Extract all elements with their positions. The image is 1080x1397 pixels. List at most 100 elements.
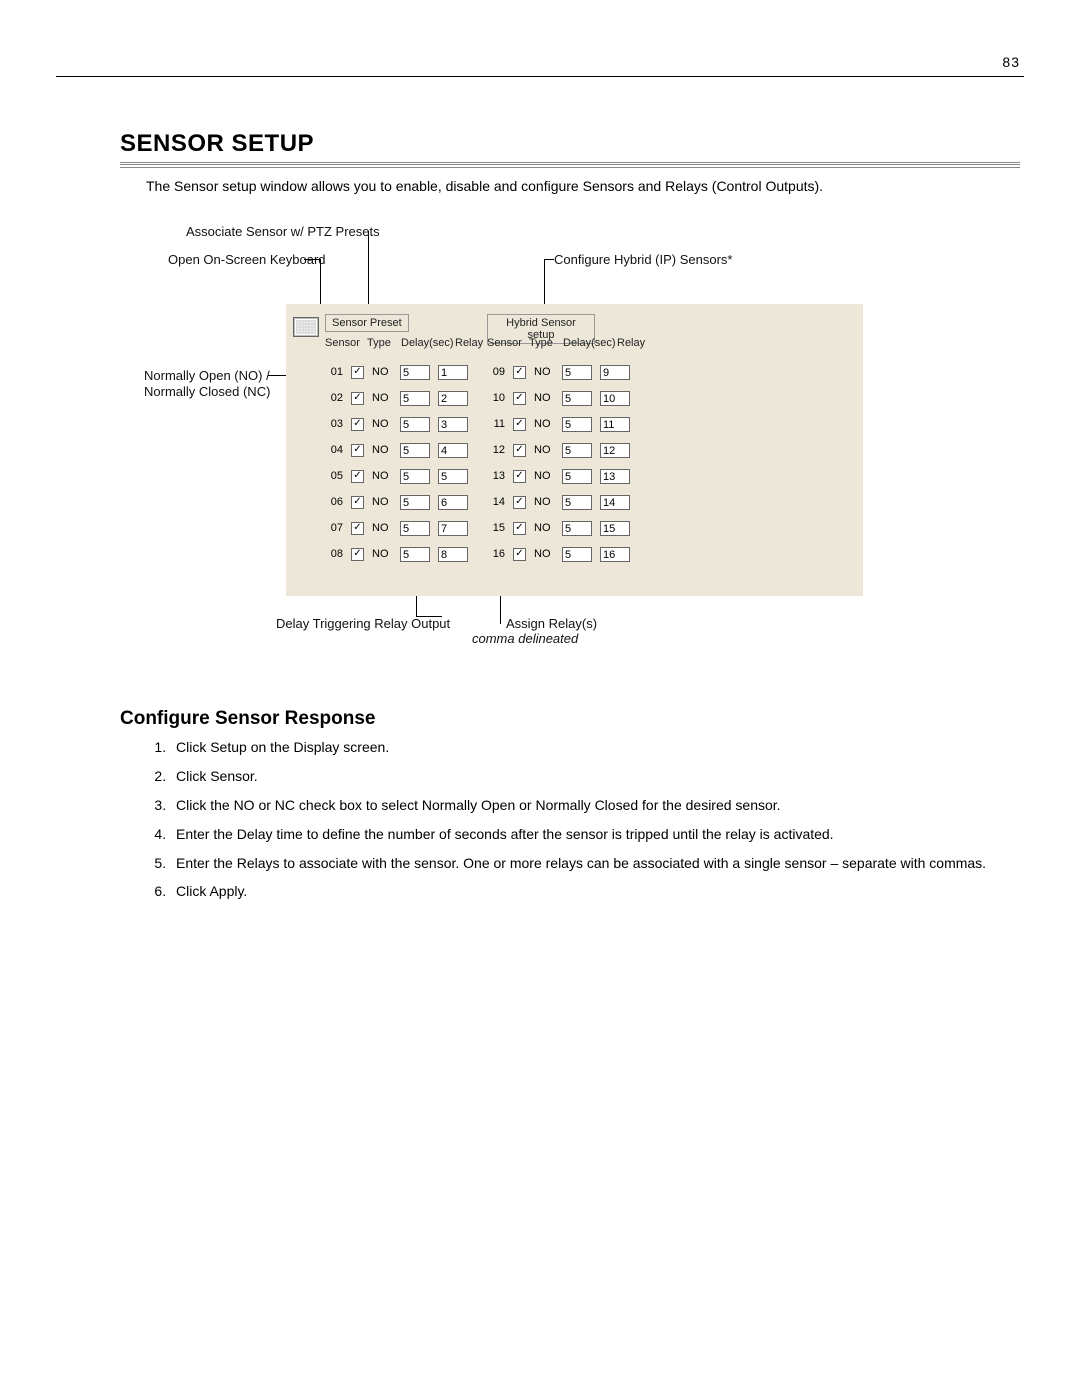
hdr-sensor: Sensor (325, 337, 367, 349)
header-rule (56, 76, 1024, 77)
sensor-row: 11NO511 (487, 411, 662, 437)
type-label: NO (372, 444, 392, 456)
sensor-preset-button[interactable]: Sensor Preset (325, 314, 409, 332)
type-checkbox[interactable] (351, 444, 364, 457)
hdr-relay: Relay (617, 337, 651, 349)
column-headers-right: Sensor Type Delay(sec) Relay (487, 337, 651, 349)
relay-input[interactable]: 9 (600, 365, 630, 380)
relay-input[interactable]: 7 (438, 521, 468, 536)
type-checkbox[interactable] (351, 470, 364, 483)
type-checkbox[interactable] (513, 392, 526, 405)
page-number: 83 (1002, 54, 1020, 70)
sensor-id: 03 (325, 418, 343, 430)
steps-list: Click Setup on the Display screen. Click … (146, 738, 1020, 901)
keyboard-icon[interactable] (293, 317, 319, 337)
delay-input[interactable]: 5 (400, 469, 430, 484)
type-checkbox[interactable] (513, 444, 526, 457)
type-label: NO (372, 470, 392, 482)
delay-input[interactable]: 5 (562, 495, 592, 510)
sensor-id: 04 (325, 444, 343, 456)
type-checkbox[interactable] (513, 496, 526, 509)
sensor-id: 13 (487, 470, 505, 482)
step-item: Click Setup on the Display screen. (170, 738, 1020, 757)
type-label: NO (534, 496, 554, 508)
type-checkbox[interactable] (351, 496, 364, 509)
delay-input[interactable]: 5 (400, 417, 430, 432)
relay-input[interactable]: 15 (600, 521, 630, 536)
type-checkbox[interactable] (513, 470, 526, 483)
type-label: NO (534, 548, 554, 560)
type-label: NO (372, 522, 392, 534)
step-item: Enter the Delay time to define the numbe… (170, 825, 1020, 844)
delay-input[interactable]: 5 (562, 417, 592, 432)
relay-input[interactable]: 5 (438, 469, 468, 484)
relay-input[interactable]: 10 (600, 391, 630, 406)
delay-input[interactable]: 5 (562, 521, 592, 536)
callout-keyboard: Open On-Screen Keyboard (168, 252, 326, 267)
relay-input[interactable]: 8 (438, 547, 468, 562)
sensor-row: 16 NO 5 16 (487, 541, 662, 567)
type-label: NO (534, 392, 554, 404)
callout-line (544, 259, 554, 260)
type-checkbox[interactable] (513, 548, 526, 561)
delay-input[interactable]: 5 (400, 365, 430, 380)
relay-input[interactable]: 6 (438, 495, 468, 510)
type-checkbox[interactable] (351, 366, 364, 379)
relay-input[interactable]: 4 (438, 443, 468, 458)
delay-input[interactable]: 5 (562, 547, 592, 562)
sensor-id: 02 (325, 392, 343, 404)
relay-input[interactable]: 11 (600, 417, 630, 432)
step-item: Click Sensor. (170, 767, 1020, 786)
type-checkbox[interactable] (351, 548, 364, 561)
sensor-id: 05 (325, 470, 343, 482)
type-checkbox[interactable] (513, 522, 526, 535)
type-checkbox[interactable] (351, 522, 364, 535)
relay-input[interactable]: 12 (600, 443, 630, 458)
relay-input[interactable]: 13 (600, 469, 630, 484)
relay-input[interactable]: 14 (600, 495, 630, 510)
sensor-id: 06 (325, 496, 343, 508)
type-checkbox[interactable] (351, 392, 364, 405)
sensor-row: 09NO59 (487, 359, 662, 385)
sensor-id: 10 (487, 392, 505, 404)
relay-input[interactable]: 3 (438, 417, 468, 432)
type-checkbox[interactable] (351, 418, 364, 431)
type-label: NO (372, 366, 392, 378)
sensor-row: 10 NO 5 10 (487, 385, 662, 411)
delay-input[interactable]: 5 (562, 443, 592, 458)
relay-input[interactable]: 2 (438, 391, 468, 406)
callout-assign-relay: Assign Relay(s) (506, 616, 597, 631)
step-item: Click Apply. (170, 882, 1020, 901)
type-label: NO (534, 366, 554, 378)
type-label: NO (534, 470, 554, 482)
relay-input[interactable]: 1 (438, 365, 468, 380)
type-checkbox[interactable] (513, 418, 526, 431)
delay-input[interactable]: 5 (400, 495, 430, 510)
delay-input[interactable]: 5 (562, 365, 592, 380)
delay-input[interactable]: 5 (562, 469, 592, 484)
relay-input[interactable]: 16 (600, 547, 630, 562)
callout-no-nc-2: Normally Closed (NC) (144, 384, 270, 399)
type-label: NO (372, 548, 392, 560)
callout-comma: comma delineated (472, 631, 578, 646)
sensor-id: 07 (325, 522, 343, 534)
delay-input[interactable]: 5 (400, 547, 430, 562)
callout-line (416, 616, 442, 617)
hdr-relay: Relay (455, 337, 489, 349)
type-label: NO (534, 444, 554, 456)
sensor-id: 11 (487, 418, 505, 430)
sensor-setup-diagram: Associate Sensor w/ PTZ Presets Open On-… (146, 224, 1020, 684)
delay-input[interactable]: 5 (400, 521, 430, 536)
sensor-id: 01 (325, 366, 343, 378)
sensor-id: 16 (487, 548, 505, 560)
sensor-row: 05 NO 55 (325, 463, 500, 489)
callout-ptz: Associate Sensor w/ PTZ Presets (186, 224, 380, 239)
type-label: NO (534, 522, 554, 534)
section-title: Configure Sensor Response (120, 708, 1020, 730)
type-checkbox[interactable] (513, 366, 526, 379)
delay-input[interactable]: 5 (562, 391, 592, 406)
delay-input[interactable]: 5 (400, 443, 430, 458)
delay-input[interactable]: 5 (400, 391, 430, 406)
hdr-type: Type (529, 337, 563, 349)
page-title: SENSOR SETUP (120, 130, 1020, 158)
